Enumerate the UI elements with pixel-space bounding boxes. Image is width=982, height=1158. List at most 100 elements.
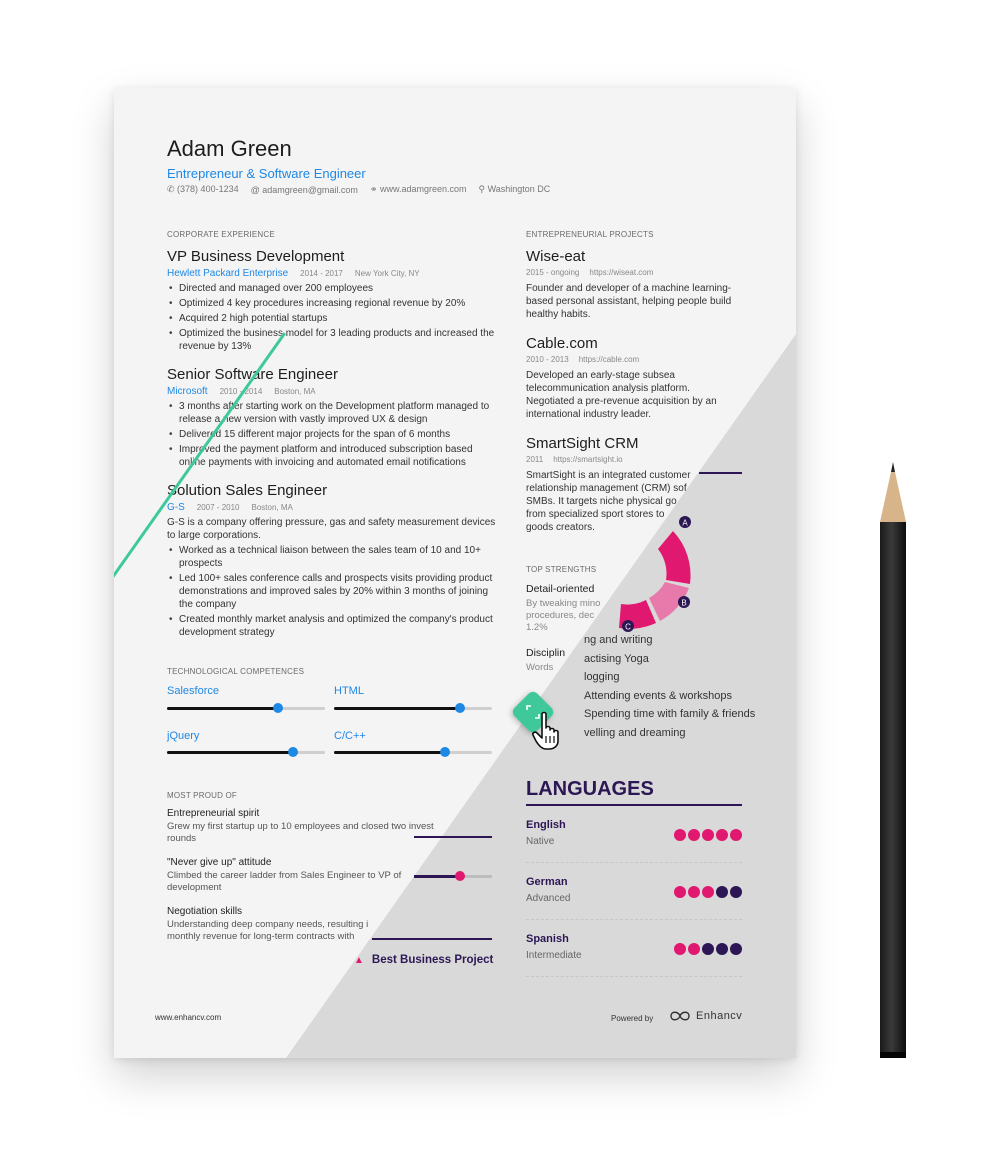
skill-bar-knob[interactable] xyxy=(439,747,450,757)
donut-segment-a xyxy=(658,531,691,584)
donut-label-c: C xyxy=(625,623,631,632)
award-icon: ▲ xyxy=(354,954,364,966)
language-dot-filled xyxy=(674,886,686,898)
bullet-item: Acquired 2 high potential startups xyxy=(169,312,497,325)
contact-phone[interactable]: ✆ (378) 400-1234 xyxy=(167,184,239,195)
languages-underline xyxy=(526,804,742,806)
footer-website[interactable]: www.enhancv.com xyxy=(155,1013,221,1022)
hobby-item: logging xyxy=(584,671,620,684)
skill-bar-knob[interactable] xyxy=(288,747,299,757)
skill-bar xyxy=(334,703,492,713)
section-heading-proud: MOST PROUD OF xyxy=(167,791,238,800)
project-entry: Cable.com 2010 - 2013 https://cable.com … xyxy=(526,335,756,421)
bullet-item: Optimized the business model for 3 leadi… xyxy=(169,327,497,353)
language-item: Spanish Intermediate xyxy=(526,933,742,977)
job-company: G-S xyxy=(167,502,185,513)
hobbies-list: ng and writing actising Yoga logging Att… xyxy=(584,634,784,746)
project-desc-line: Founder and developer of a machine learn… xyxy=(526,283,732,294)
job-bullets: Worked as a technical liaison between th… xyxy=(167,544,497,639)
footer-powered-by: Powered by xyxy=(611,1014,654,1023)
language-dot-filled xyxy=(674,943,686,955)
job-company: Microsoft xyxy=(167,386,208,397)
skill-bar-fill xyxy=(167,707,278,710)
project-meta: 2010 - 2013 https://cable.com xyxy=(526,355,756,364)
bullet-item: Worked as a technical liaison between th… xyxy=(169,544,497,570)
project-title: Wise-eat xyxy=(526,248,586,265)
alt-skill-fill xyxy=(414,875,460,878)
language-item: English Native xyxy=(526,819,742,863)
project-dates: 2015 - ongoing xyxy=(526,268,580,277)
skill-bar-knob[interactable] xyxy=(272,703,283,713)
language-dot-filled xyxy=(702,886,714,898)
project-meta: 2015 - ongoing https://wiseat.com xyxy=(526,268,756,277)
project-desc-line: international industry leader. xyxy=(526,409,652,420)
donut-chart: A B C xyxy=(619,516,691,632)
at-icon: @ xyxy=(250,184,263,195)
bullet-item: Directed and managed over 200 employees xyxy=(169,282,497,295)
project-entry: Wise-eat 2015 - ongoing https://wiseat.c… xyxy=(526,248,756,321)
job-location: Boston, MA xyxy=(274,387,316,396)
language-dot-empty xyxy=(716,886,728,898)
email-text: adamgreen@gmail.com xyxy=(262,184,358,195)
project-desc-line: Developed an early-stage subsea xyxy=(526,370,675,381)
skill-name: Salesforce xyxy=(167,685,219,697)
proud-desc-line: development xyxy=(167,882,222,893)
proud-item: Entrepreneurial spirit Grew my first sta… xyxy=(167,808,467,845)
language-dot-filled xyxy=(688,943,700,955)
language-divider xyxy=(526,976,742,977)
language-dot-filled xyxy=(702,829,714,841)
project-dates: 2010 - 2013 xyxy=(526,355,569,364)
skill-bar xyxy=(334,747,492,757)
link-icon: ⚭ xyxy=(369,184,380,194)
contact-row: ✆ (378) 400-1234 @ adamgreen@gmail.com ⚭… xyxy=(167,184,550,195)
hobby-item: actising Yoga xyxy=(584,652,649,665)
proud-title: "Never give up" attitude xyxy=(167,857,272,868)
enhancv-logo[interactable]: Enhancv xyxy=(669,1010,742,1022)
skill-name: C/C++ xyxy=(334,730,366,742)
job-title: Senior Software Engineer xyxy=(167,366,338,383)
contact-website[interactable]: ⚭ www.adamgreen.com xyxy=(370,184,467,195)
project-desc: Founder and developer of a machine learn… xyxy=(526,282,756,321)
section-heading-strengths: TOP STRENGTHS xyxy=(526,565,597,574)
skill-name: jQuery xyxy=(167,730,200,742)
bullet-item: Led 100+ sales conference calls and pros… xyxy=(169,572,497,611)
language-dot-empty xyxy=(730,886,742,898)
language-dots xyxy=(672,885,742,903)
proud-desc-line: rounds xyxy=(167,833,197,844)
resume-sheet: Adam Green Entrepreneur & Software Engin… xyxy=(114,88,796,1058)
proud-title: Negotiation skills xyxy=(167,906,243,917)
project-url[interactable]: https://smartsight.io xyxy=(553,455,622,464)
hobby-item: ng and writing xyxy=(584,634,653,646)
job-meta: G-S 2007 - 2010 Boston, MA xyxy=(167,502,497,513)
resume-name: Adam Green xyxy=(167,136,292,161)
languages-heading: LANGUAGES xyxy=(526,778,654,800)
job-title: VP Business Development xyxy=(167,248,345,265)
skill-bar xyxy=(167,703,325,713)
project-desc: Developed an early-stage subsea telecomm… xyxy=(526,369,756,421)
resume-showcase: Adam Green Entrepreneur & Software Engin… xyxy=(0,0,982,1158)
contact-email[interactable]: @ adamgreen@gmail.com xyxy=(251,185,358,195)
best-project-award: ▲ Best Business Project xyxy=(354,954,493,966)
language-dot-filled xyxy=(674,829,686,841)
job-bullets: 3 months after starting work on the Deve… xyxy=(167,400,497,469)
language-dot-empty xyxy=(730,943,742,955)
contact-location: ⚲ Washington DC xyxy=(479,184,551,195)
alt-skill-knob xyxy=(455,871,465,881)
job-dates: 2014 - 2017 xyxy=(300,269,343,278)
job-bullets: Directed and managed over 200 employees … xyxy=(167,282,497,353)
language-dots xyxy=(672,942,742,960)
alt-skill-bar xyxy=(414,871,492,881)
hobby-item: Attending events & workshops xyxy=(584,689,732,702)
skill-bar-knob[interactable] xyxy=(455,703,466,713)
donut-label-a: A xyxy=(682,519,688,528)
job-entry: VP Business Development Hewlett Packard … xyxy=(167,248,497,355)
project-dates: 2011 xyxy=(526,455,544,464)
project-desc-line: SmartSight is an integrated customer xyxy=(526,470,691,481)
job-meta: Hewlett Packard Enterprise 2014 - 2017 N… xyxy=(167,268,497,279)
job-entry: Solution Sales Engineer G-S 2007 - 2010 … xyxy=(167,482,497,641)
job-location: Boston, MA xyxy=(251,503,293,512)
location-text: Washington DC xyxy=(487,184,551,194)
project-url[interactable]: https://wiseat.com xyxy=(589,268,653,277)
project-url[interactable]: https://cable.com xyxy=(579,355,639,364)
enhancv-logo-icon xyxy=(670,1011,690,1021)
